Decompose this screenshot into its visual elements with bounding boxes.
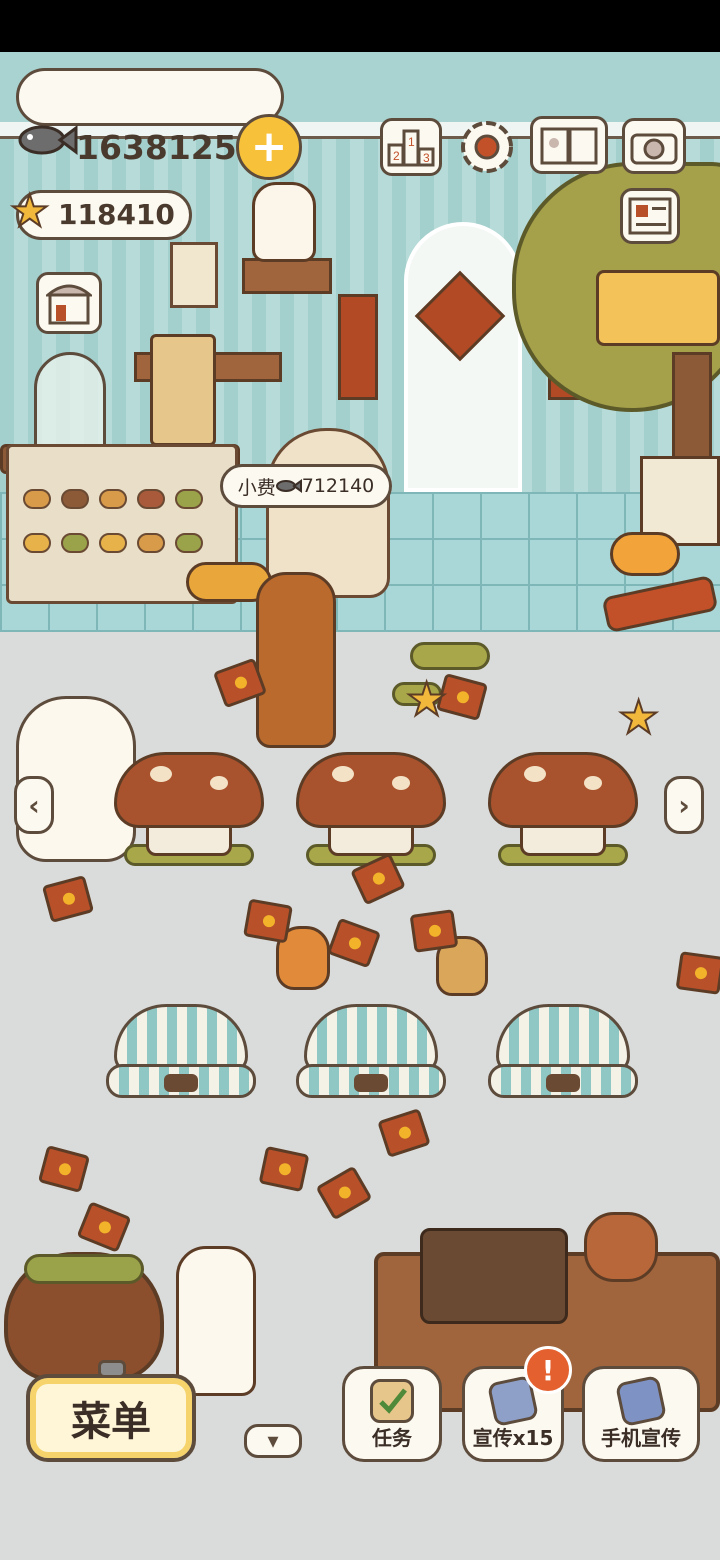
alert-badge-icon: ! xyxy=(524,1346,572,1394)
red-banner-left xyxy=(338,294,378,400)
striped-stool-3[interactable] xyxy=(488,1004,638,1108)
pastry xyxy=(99,489,127,509)
star-amount: 118410 xyxy=(58,198,175,231)
lucky-cat-statue xyxy=(252,182,316,262)
star-pickup[interactable]: ★ xyxy=(405,675,448,723)
chevron-right-icon: › xyxy=(678,788,690,822)
chevron-down-icon: ▾ xyxy=(267,1428,279,1454)
cake-dome xyxy=(34,352,106,452)
oranges-pile xyxy=(610,532,680,576)
pastry xyxy=(61,533,89,553)
mushroom-table-3[interactable] xyxy=(488,752,638,872)
striped-stool-1[interactable] xyxy=(106,1004,256,1108)
mushroom-spot xyxy=(332,766,354,782)
lucky-cat-shelf xyxy=(242,258,332,294)
phone-promote-icon xyxy=(614,1374,668,1428)
grass-patch xyxy=(410,642,490,670)
chevron-left-icon: ‹ xyxy=(28,788,40,822)
shop-icon xyxy=(46,284,92,325)
lantern-sign[interactable] xyxy=(596,270,720,346)
tip-label: 小费 xyxy=(237,476,276,499)
gear-icon xyxy=(461,121,513,173)
mushroom-cap xyxy=(114,752,264,828)
mushroom-table-2[interactable] xyxy=(296,752,446,872)
mushroom-spot xyxy=(150,766,172,782)
tip-amount: 712140 xyxy=(301,475,375,497)
tasks-label: 任务 xyxy=(372,1426,412,1450)
ranking-button[interactable]: 213 xyxy=(380,118,442,176)
settings-button[interactable] xyxy=(456,116,518,178)
pastry xyxy=(99,533,127,553)
recipe-book-icon xyxy=(540,127,598,165)
cauldron-soup xyxy=(24,1254,144,1284)
mushroom-table-1[interactable] xyxy=(114,752,264,872)
fish-amount: 16381259 xyxy=(76,128,260,167)
pastry xyxy=(137,533,165,553)
add-currency-button[interactable]: + xyxy=(236,114,302,180)
plus-icon: + xyxy=(250,121,288,172)
pastry xyxy=(175,533,203,553)
menu-poster xyxy=(170,242,218,308)
promote-label: 宣传x15 xyxy=(472,1426,554,1450)
star-pickup[interactable]: ★ xyxy=(617,693,660,741)
checklist-icon xyxy=(370,1379,414,1423)
shop-button[interactable] xyxy=(36,272,102,334)
fish-icon xyxy=(275,479,302,493)
mushroom-spot xyxy=(210,776,228,790)
scroll-right-button[interactable]: › xyxy=(664,776,704,834)
menu-button[interactable]: 菜单 xyxy=(26,1374,196,1462)
tasks-button[interactable]: 任务 xyxy=(342,1366,442,1462)
phone-promote-label: 手机宣传 xyxy=(601,1426,681,1450)
pastry xyxy=(23,533,51,553)
bag-head-chef xyxy=(150,334,216,446)
mushroom-spot xyxy=(392,776,410,790)
podium-icon: 213 xyxy=(387,129,435,167)
collapse-button[interactable]: ▾ xyxy=(244,1424,302,1458)
mushroom-spot xyxy=(584,776,602,790)
phone-promote-button[interactable]: 手机宣传 xyxy=(582,1366,700,1462)
deer-customer[interactable] xyxy=(256,572,336,748)
stool-bow xyxy=(546,1074,580,1092)
clay-teapot xyxy=(584,1212,658,1282)
pastry xyxy=(175,489,203,509)
recipe-book-button[interactable] xyxy=(530,116,608,174)
border-collie-chef[interactable] xyxy=(176,1246,256,1396)
camera-button[interactable] xyxy=(622,118,686,174)
star-icon: ★ xyxy=(9,186,50,237)
clipboard-clip-icon xyxy=(98,1360,126,1378)
pastry xyxy=(61,489,89,509)
fish-icon xyxy=(16,118,78,162)
red-envelope[interactable] xyxy=(675,951,720,995)
stool-bow xyxy=(354,1074,388,1092)
svg-text:1: 1 xyxy=(408,135,415,149)
tip-bubble[interactable]: 小费 712140 xyxy=(220,464,392,508)
newspaper-icon xyxy=(628,197,672,235)
menu-label: 菜单 xyxy=(71,1399,151,1445)
tea-tray xyxy=(420,1228,568,1324)
mushroom-spot xyxy=(524,766,546,782)
pastry xyxy=(137,489,165,509)
alert-mark: ! xyxy=(541,1353,555,1387)
svg-text:2: 2 xyxy=(393,149,400,163)
mushroom-cap xyxy=(488,752,638,828)
newspaper-button[interactable] xyxy=(620,188,680,244)
mushroom-cap xyxy=(296,752,446,828)
stool-bow xyxy=(164,1074,198,1092)
striped-stool-2[interactable] xyxy=(296,1004,446,1108)
red-envelope[interactable] xyxy=(409,909,459,953)
red-envelope[interactable] xyxy=(243,898,293,944)
svg-text:3: 3 xyxy=(423,151,430,165)
game-scene[interactable]: ★ ★ xyxy=(0,52,720,1560)
camera-icon xyxy=(630,133,678,165)
scroll-left-button[interactable]: ‹ xyxy=(14,776,54,834)
pastry xyxy=(23,489,51,509)
status-bar xyxy=(0,0,720,52)
